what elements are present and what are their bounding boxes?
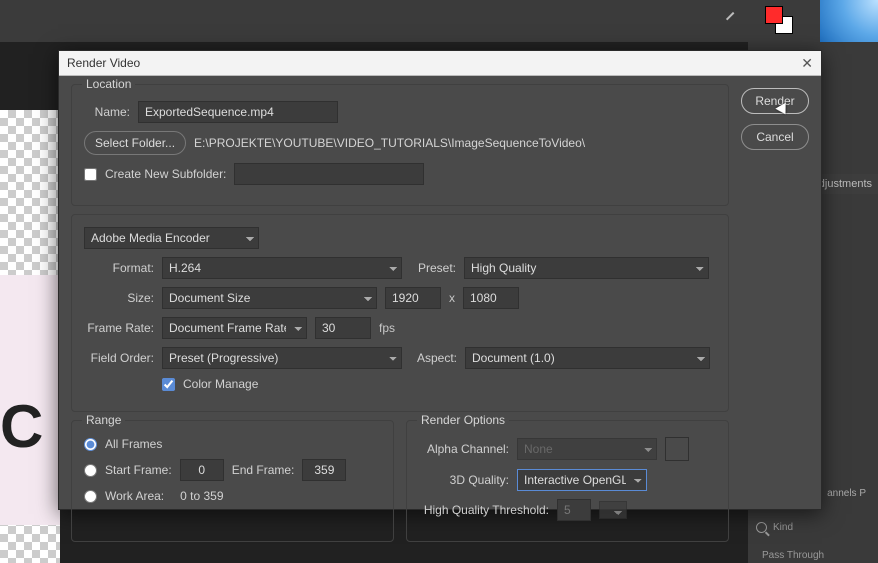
range-group: Range All Frames Start Frame: End Frame: bbox=[71, 420, 394, 542]
start-frame-radio[interactable] bbox=[84, 464, 97, 477]
all-frames-label: All Frames bbox=[105, 437, 162, 451]
encoder-engine-select[interactable]: Adobe Media Encoder bbox=[84, 227, 259, 249]
color-manage-checkbox[interactable] bbox=[162, 378, 175, 391]
field-order-select[interactable]: Preset (Progressive) bbox=[162, 347, 402, 369]
field-order-label: Field Order: bbox=[84, 351, 154, 365]
fps-label: fps bbox=[379, 321, 395, 335]
width-field[interactable] bbox=[385, 287, 441, 309]
dimension-x: x bbox=[449, 291, 455, 305]
aspect-select[interactable]: Document (1.0) bbox=[465, 347, 710, 369]
format-select[interactable]: H.264 bbox=[162, 257, 402, 279]
dialog-titlebar: Render Video ✕ bbox=[59, 51, 821, 76]
alpha-channel-select: None bbox=[517, 438, 657, 460]
location-legend: Location bbox=[82, 77, 135, 91]
3d-quality-select[interactable]: Interactive OpenGL bbox=[517, 469, 647, 491]
cancel-button[interactable]: Cancel bbox=[741, 124, 809, 150]
color-manage-label: Color Manage bbox=[183, 377, 258, 391]
preset-label: Preset: bbox=[410, 261, 456, 275]
hq-threshold-unit bbox=[599, 501, 627, 519]
all-frames-radio[interactable] bbox=[84, 438, 97, 451]
app-toolbar bbox=[0, 0, 878, 42]
render-video-dialog: Render Video ✕ Location Name: Select Fol… bbox=[58, 50, 822, 510]
preset-select[interactable]: High Quality bbox=[464, 257, 709, 279]
encoder-group: Adobe Media Encoder Format: H.264 Preset… bbox=[71, 214, 729, 412]
channels-panel-tab[interactable]: annels P bbox=[827, 488, 866, 499]
alpha-channel-label: Alpha Channel: bbox=[419, 442, 509, 456]
canvas-artwork-letter: C bbox=[0, 392, 43, 461]
location-group: Location Name: Select Folder... E:\PROJE… bbox=[71, 84, 729, 206]
work-area-range: 0 to 359 bbox=[180, 489, 223, 503]
frame-rate-mode-select[interactable]: Document Frame Rate bbox=[162, 317, 307, 339]
color-picker-preview bbox=[820, 0, 878, 42]
select-folder-button[interactable]: Select Folder... bbox=[84, 131, 186, 155]
hq-threshold-field bbox=[557, 499, 591, 521]
range-legend: Range bbox=[82, 413, 125, 427]
name-label: Name: bbox=[84, 105, 130, 119]
end-frame-field[interactable] bbox=[302, 459, 346, 481]
alpha-matte-swatch bbox=[665, 437, 689, 461]
aspect-label: Aspect: bbox=[410, 351, 457, 365]
size-mode-select[interactable]: Document Size bbox=[162, 287, 377, 309]
layers-kind-filter[interactable]: Kind bbox=[756, 522, 793, 533]
start-frame-field[interactable] bbox=[180, 459, 224, 481]
name-field[interactable] bbox=[138, 101, 338, 123]
render-button[interactable]: Render bbox=[741, 88, 809, 114]
render-options-group: Render Options Alpha Channel: None 3D Qu… bbox=[406, 420, 729, 542]
foreground-color-swatch[interactable] bbox=[765, 6, 783, 24]
create-subfolder-label: Create New Subfolder: bbox=[105, 167, 226, 181]
frame-rate-field[interactable] bbox=[315, 317, 371, 339]
render-options-legend: Render Options bbox=[417, 413, 509, 427]
create-subfolder-checkbox[interactable] bbox=[84, 168, 97, 181]
work-area-label: Work Area: bbox=[105, 489, 164, 503]
format-label: Format: bbox=[84, 261, 154, 275]
start-frame-label: Start Frame: bbox=[105, 463, 172, 477]
end-frame-label: End Frame: bbox=[232, 463, 295, 477]
folder-path: E:\PROJEKTE\YOUTUBE\VIDEO_TUTORIALS\Imag… bbox=[194, 136, 585, 150]
kind-label: Kind bbox=[773, 522, 793, 533]
size-label: Size: bbox=[84, 291, 154, 305]
subfolder-name-field[interactable] bbox=[234, 163, 424, 185]
hq-threshold-label: High Quality Threshold: bbox=[419, 503, 549, 517]
3d-quality-label: 3D Quality: bbox=[419, 473, 509, 487]
dialog-title: Render Video bbox=[67, 56, 140, 70]
work-area-radio[interactable] bbox=[84, 490, 97, 503]
frame-rate-label: Frame Rate: bbox=[84, 321, 154, 335]
search-icon bbox=[756, 522, 767, 533]
blend-mode-value[interactable]: Pass Through bbox=[762, 550, 824, 561]
close-icon[interactable]: ✕ bbox=[801, 55, 813, 72]
height-field[interactable] bbox=[463, 287, 519, 309]
